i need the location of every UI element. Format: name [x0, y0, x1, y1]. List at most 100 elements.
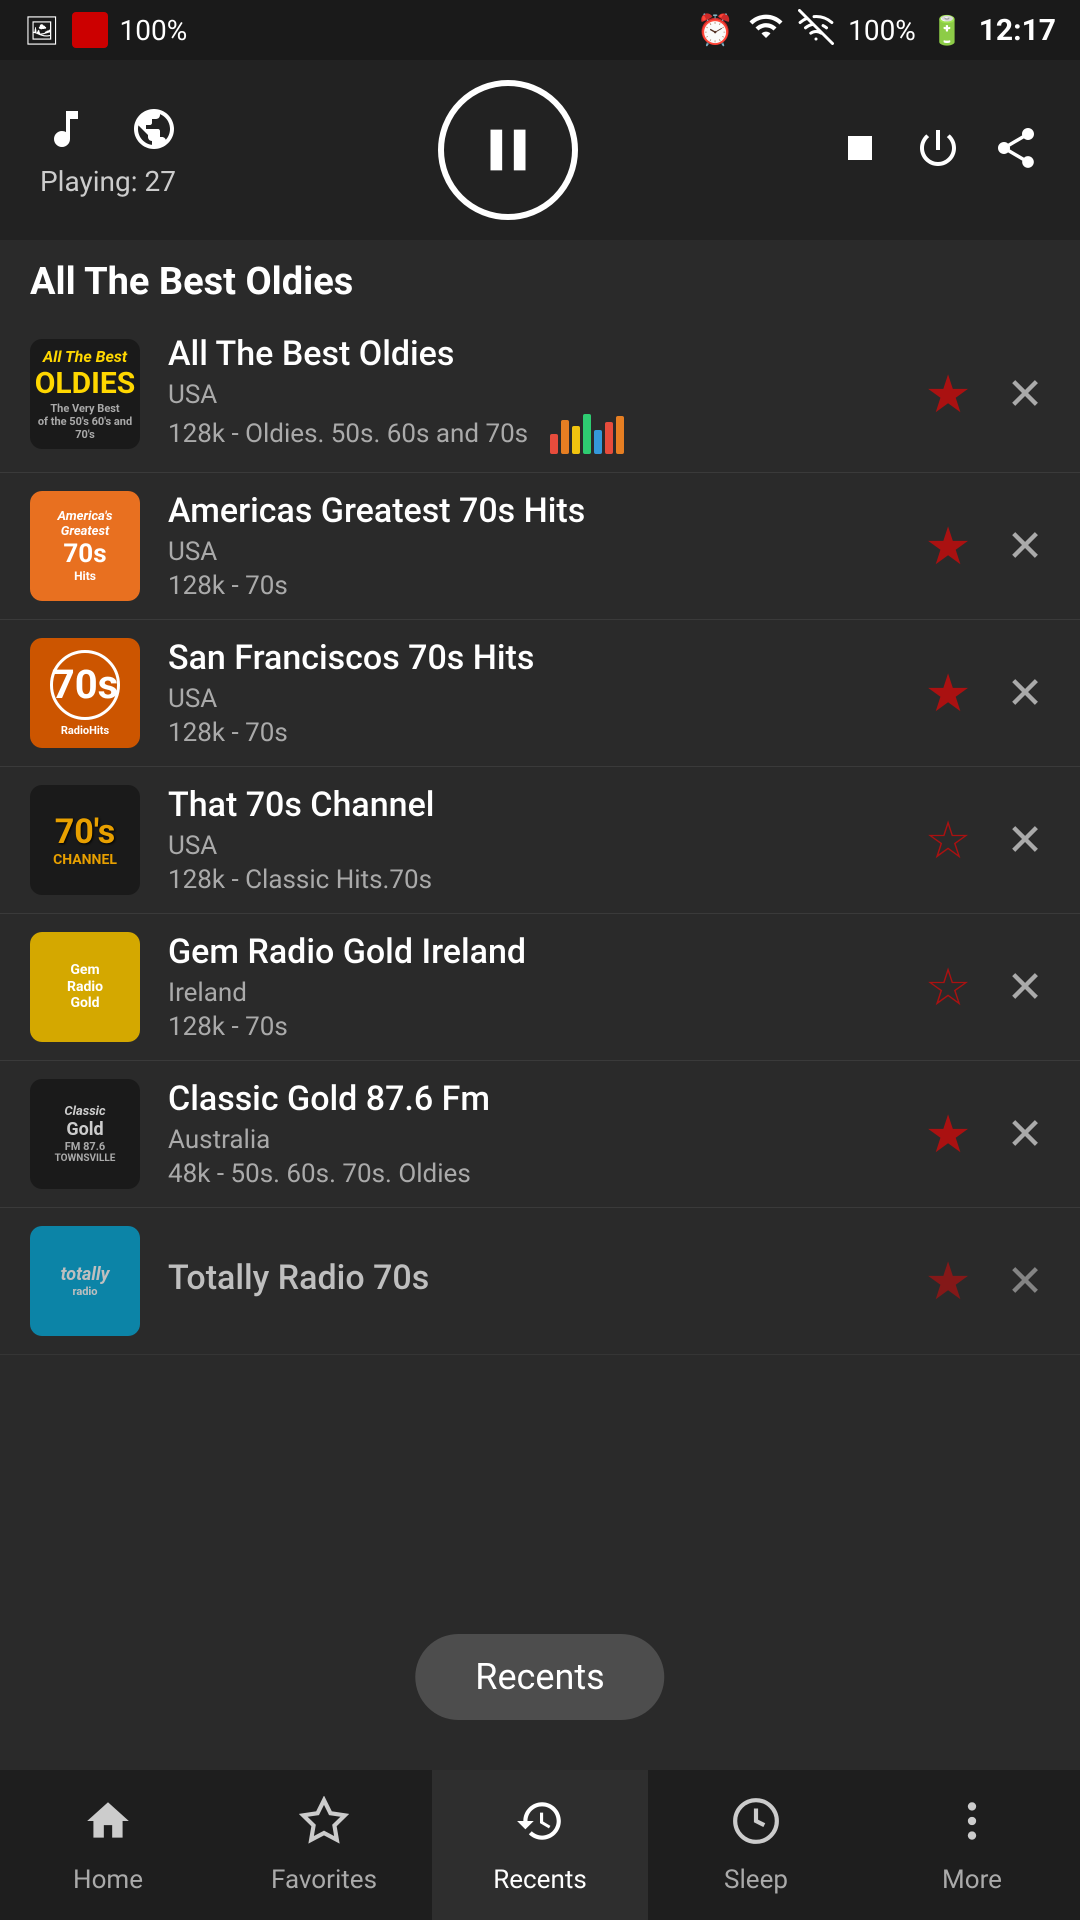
list-item[interactable]: totally radio Totally Radio 70s ★ ✕: [0, 1208, 1080, 1355]
station-logo-1: All The Best OLDIES The Very Bestof the …: [30, 339, 140, 449]
station-details-2: 128k - 70s: [168, 571, 904, 601]
station-actions-6: ★ ✕: [920, 1106, 1050, 1162]
nav-item-home[interactable]: Home: [0, 1770, 216, 1920]
remove-button-4[interactable]: ✕: [1000, 815, 1050, 865]
nav-label-favorites: Favorites: [271, 1865, 377, 1895]
favorite-button-6[interactable]: ★: [920, 1106, 976, 1162]
player-left-controls: Playing: 27: [40, 103, 180, 198]
station-name-3: San Franciscos 70s Hits: [168, 638, 904, 678]
station-actions-7: ★ ✕: [920, 1253, 1050, 1309]
station-logo-5: Gem Radio Gold: [30, 932, 140, 1042]
station-logo-7: totally radio: [30, 1226, 140, 1336]
status-time: 12:17: [979, 13, 1056, 48]
station-name-1: All The Best Oldies: [168, 334, 904, 374]
remove-button-3[interactable]: ✕: [1000, 668, 1050, 718]
status-bar: 🖼 100% ⏰ 100% 🔋 12:17: [0, 0, 1080, 60]
station-country-2: USA: [168, 537, 904, 567]
battery-percentage: 100%: [848, 14, 916, 47]
bottom-nav: Home Favorites Recents Sleep More: [0, 1770, 1080, 1920]
station-list: All The Best OLDIES The Very Bestof the …: [0, 316, 1080, 1355]
power-button[interactable]: [914, 124, 962, 176]
station-info-4: That 70s Channel USA 128k - Classic Hits…: [168, 785, 904, 895]
nav-label-recents: Recents: [493, 1865, 587, 1895]
wifi-icon: [748, 8, 784, 52]
station-details-4: 128k - Classic Hits.70s: [168, 865, 904, 895]
recents-tooltip: Recents: [415, 1634, 664, 1720]
stop-button[interactable]: [836, 124, 884, 176]
station-info-2: Americas Greatest 70s Hits USA 128k - 70…: [168, 491, 904, 601]
station-name-6: Classic Gold 87.6 Fm: [168, 1079, 904, 1119]
section-title-bar: All The Best Oldies: [0, 240, 1080, 316]
station-info-1: All The Best Oldies USA 128k - Oldies. 5…: [168, 334, 904, 454]
nav-label-sleep: Sleep: [724, 1865, 788, 1895]
section-title-text: All The Best Oldies: [30, 260, 1050, 304]
favorite-button-1[interactable]: ★: [920, 366, 976, 422]
music-note-icon[interactable]: [40, 103, 92, 155]
star-nav-icon: [299, 1796, 349, 1857]
favorite-button-4[interactable]: ☆: [920, 812, 976, 868]
station-name-7: Totally Radio 70s: [168, 1258, 904, 1298]
share-button[interactable]: [992, 124, 1040, 176]
remove-button-6[interactable]: ✕: [1000, 1109, 1050, 1159]
station-actions-5: ☆ ✕: [920, 959, 1050, 1015]
favorite-button-7[interactable]: ★: [920, 1253, 976, 1309]
nav-label-home: Home: [73, 1865, 143, 1895]
list-item[interactable]: 70s RadioHits San Franciscos 70s Hits US…: [0, 620, 1080, 767]
list-item[interactable]: All The Best OLDIES The Very Bestof the …: [0, 316, 1080, 473]
status-left: 🖼 100%: [24, 12, 187, 48]
station-info-3: San Franciscos 70s Hits USA 128k - 70s: [168, 638, 904, 748]
sleep-icon: [731, 1796, 781, 1857]
station-name-5: Gem Radio Gold Ireland: [168, 932, 904, 972]
remove-button-1[interactable]: ✕: [1000, 369, 1050, 419]
globe-icon[interactable]: [128, 103, 180, 155]
remove-button-5[interactable]: ✕: [1000, 962, 1050, 1012]
station-country-1: USA: [168, 380, 904, 410]
history-icon: [515, 1796, 565, 1857]
station-info-5: Gem Radio Gold Ireland Ireland 128k - 70…: [168, 932, 904, 1042]
playing-label: Playing: 27: [40, 165, 176, 198]
home-icon: [83, 1796, 133, 1857]
station-name-4: That 70s Channel: [168, 785, 904, 825]
player-right-controls: [836, 124, 1040, 176]
station-details-5: 128k - 70s: [168, 1012, 904, 1042]
station-logo-3: 70s RadioHits: [30, 638, 140, 748]
nav-item-recents[interactable]: Recents: [432, 1770, 648, 1920]
station-details-3: 128k - 70s: [168, 718, 904, 748]
more-icon: [947, 1796, 997, 1857]
list-item[interactable]: 70's CHANNEL That 70s Channel USA 128k -…: [0, 767, 1080, 914]
favorite-button-3[interactable]: ★: [920, 665, 976, 721]
station-country-6: Australia: [168, 1125, 904, 1155]
station-country-4: USA: [168, 831, 904, 861]
station-details-6: 48k - 50s. 60s. 70s. Oldies: [168, 1159, 904, 1189]
signal-icon: [798, 9, 834, 52]
station-details-1: 128k - Oldies. 50s. 60s and 70s: [168, 414, 904, 454]
list-item[interactable]: America's Greatest 70s Hits Americas Gre…: [0, 473, 1080, 620]
player-header: Playing: 27: [0, 60, 1080, 240]
battery-icon: 🔋: [930, 14, 965, 47]
remove-button-2[interactable]: ✕: [1000, 521, 1050, 571]
nav-item-more[interactable]: More: [864, 1770, 1080, 1920]
station-actions-2: ★ ✕: [920, 518, 1050, 574]
station-actions-3: ★ ✕: [920, 665, 1050, 721]
station-country-5: Ireland: [168, 978, 904, 1008]
list-item[interactable]: Gem Radio Gold Gem Radio Gold Ireland Ir…: [0, 914, 1080, 1061]
gallery-icon: 🖼: [24, 14, 60, 47]
station-logo-4: 70's CHANNEL: [30, 785, 140, 895]
station-actions-1: ★ ✕: [920, 366, 1050, 422]
nav-label-more: More: [942, 1865, 1002, 1895]
nav-item-favorites[interactable]: Favorites: [216, 1770, 432, 1920]
alarm-icon: ⏰: [697, 13, 734, 48]
station-name-2: Americas Greatest 70s Hits: [168, 491, 904, 531]
list-item[interactable]: Classic Gold FM 87.6 TOWNSVILLE Classic …: [0, 1061, 1080, 1208]
station-info-7: Totally Radio 70s: [168, 1258, 904, 1304]
station-country-3: USA: [168, 684, 904, 714]
remove-button-7[interactable]: ✕: [1000, 1256, 1050, 1306]
pause-button[interactable]: [438, 80, 578, 220]
station-info-6: Classic Gold 87.6 Fm Australia 48k - 50s…: [168, 1079, 904, 1189]
nav-item-sleep[interactable]: Sleep: [648, 1770, 864, 1920]
status-right: ⏰ 100% 🔋 12:17: [697, 8, 1056, 52]
station-logo-2: America's Greatest 70s Hits: [30, 491, 140, 601]
status-number: 100%: [120, 14, 188, 47]
favorite-button-5[interactable]: ☆: [920, 959, 976, 1015]
favorite-button-2[interactable]: ★: [920, 518, 976, 574]
